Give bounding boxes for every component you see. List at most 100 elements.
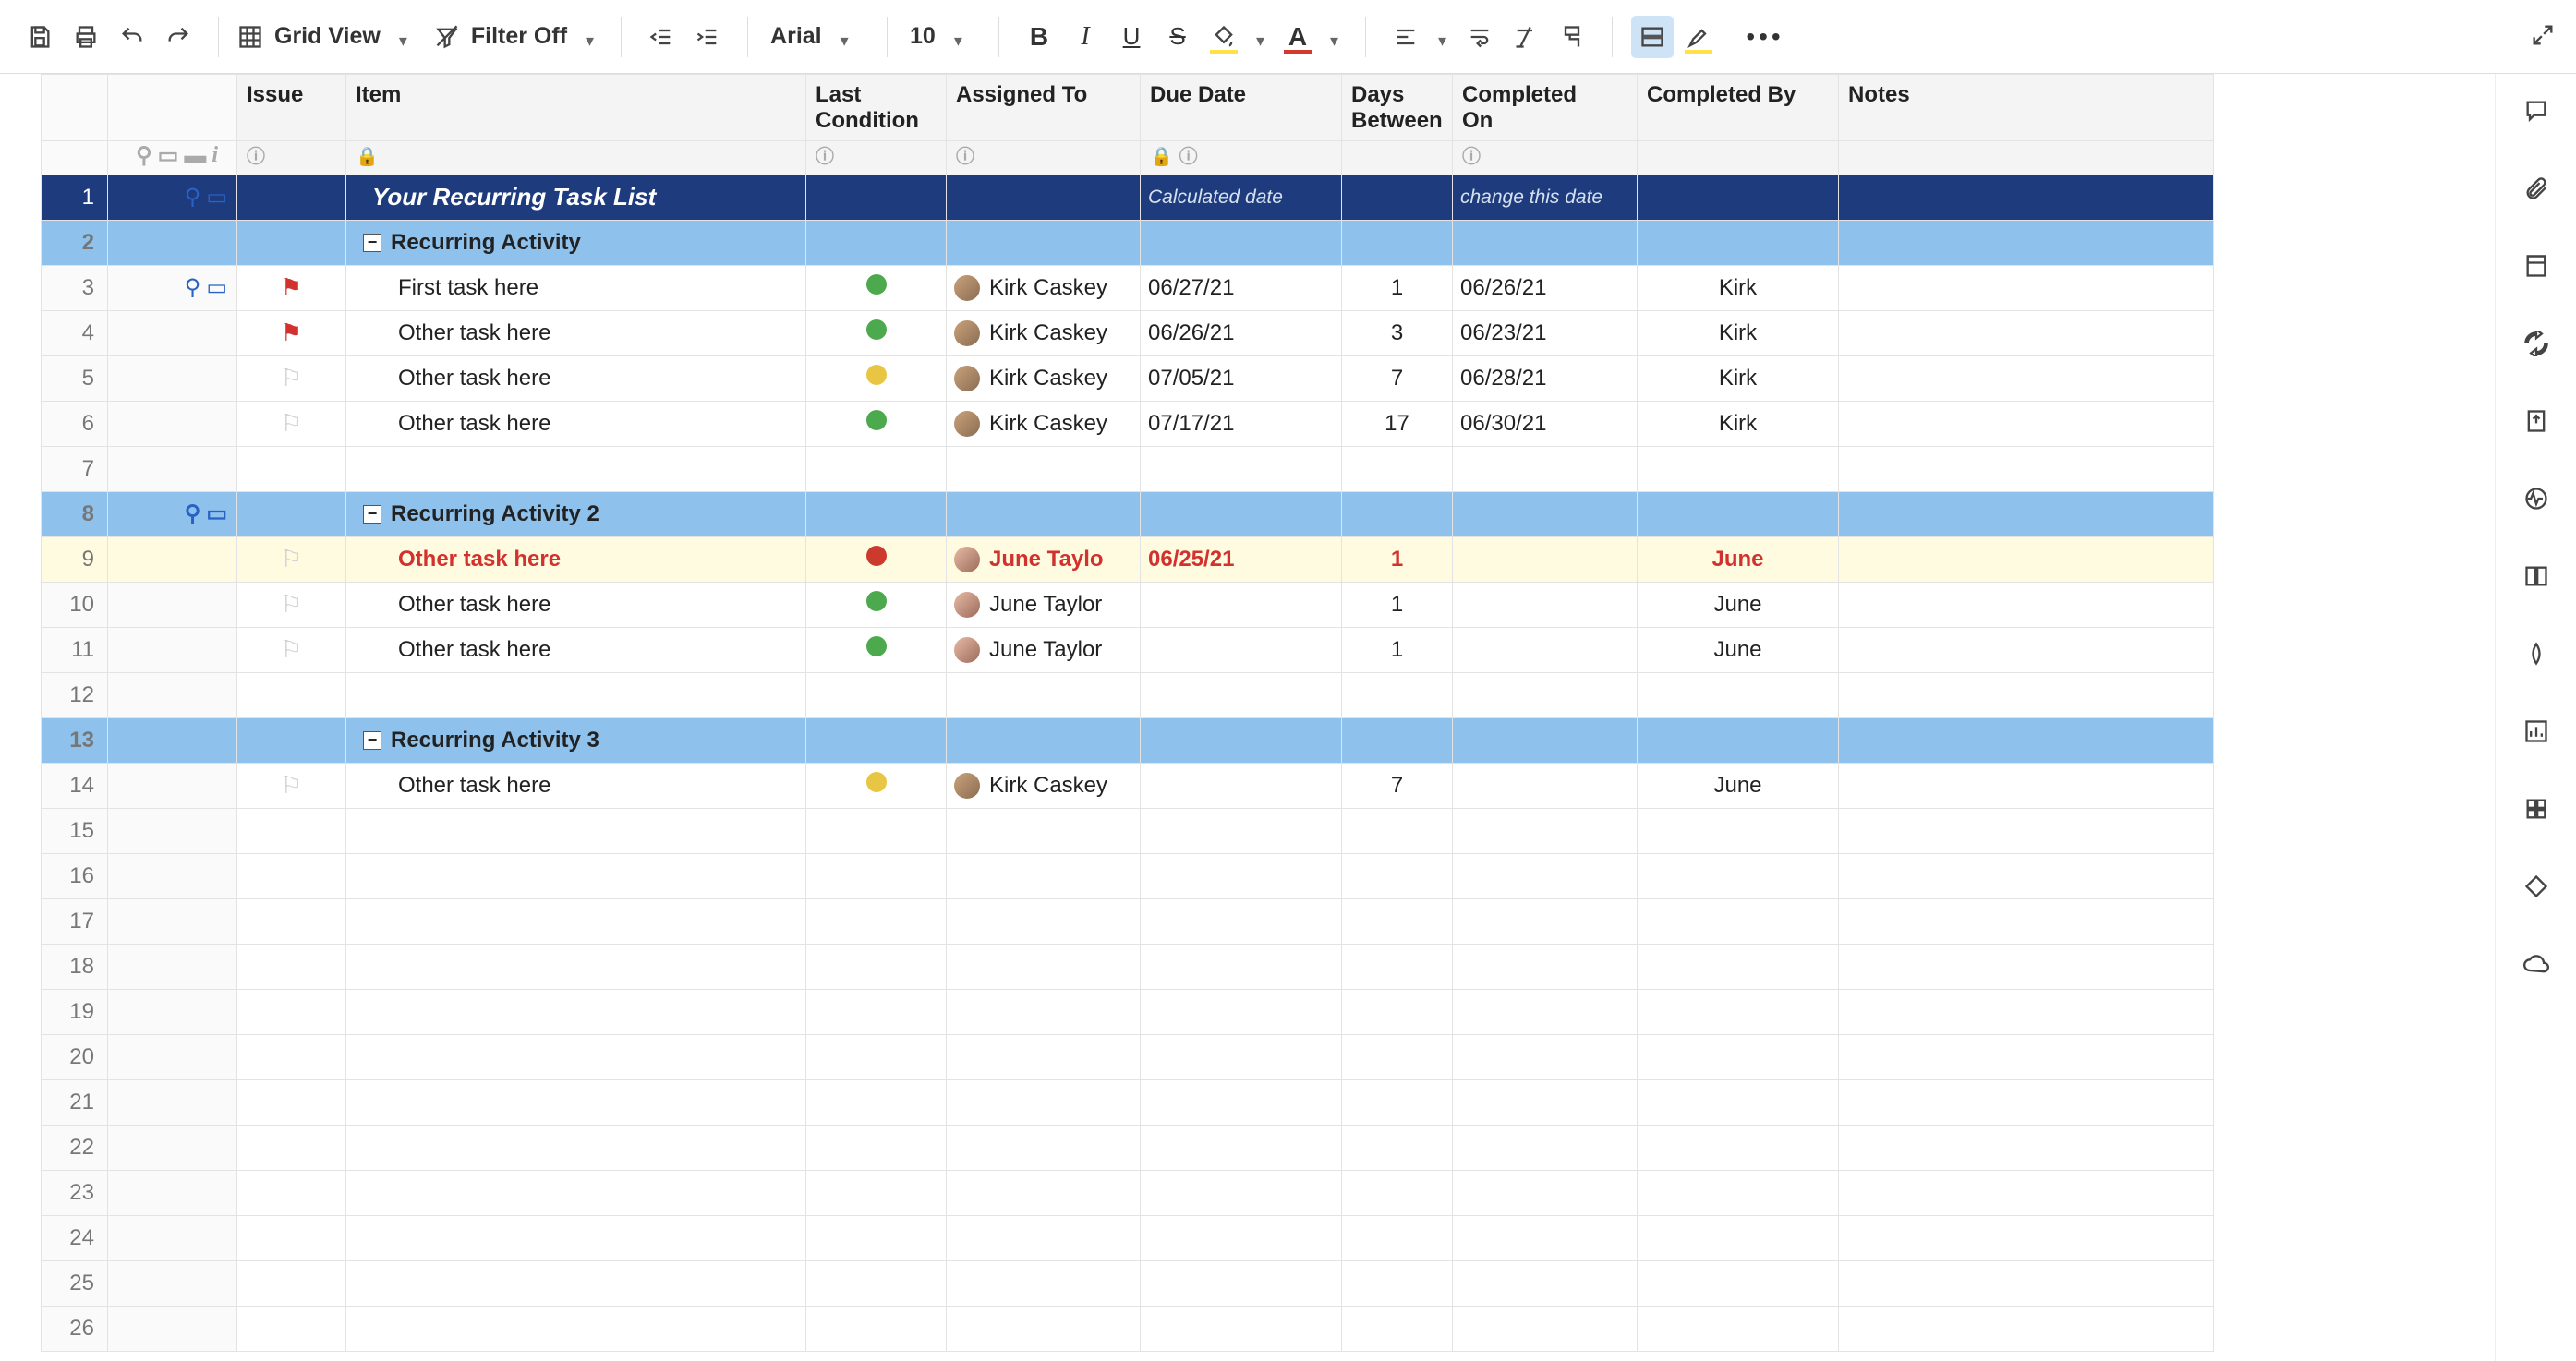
format-painter-button[interactable] <box>1551 16 1593 58</box>
empty-row[interactable]: 23 <box>42 1170 2214 1215</box>
col-issue[interactable]: Issue <box>237 75 346 141</box>
empty-row[interactable]: 25 <box>42 1260 2214 1306</box>
empty-row[interactable]: 15 <box>42 808 2214 853</box>
strikethrough-button[interactable]: S <box>1156 16 1199 58</box>
text-color-button[interactable]: A <box>1276 16 1319 58</box>
col-completed-on[interactable]: CompletedOn <box>1453 75 1638 141</box>
wrap-button[interactable] <box>1458 16 1501 58</box>
summary-icon[interactable] <box>2518 558 2555 595</box>
highlight-button[interactable] <box>1677 16 1720 58</box>
status-dot[interactable] <box>866 772 887 792</box>
chevron-down-icon[interactable] <box>1330 31 1347 42</box>
col-days-between[interactable]: DaysBetween <box>1342 75 1453 141</box>
empty-row[interactable]: 24 <box>42 1215 2214 1260</box>
clear-format-button[interactable] <box>1505 16 1547 58</box>
group-row[interactable]: 13 −Recurring Activity 3 <box>42 717 2214 763</box>
fill-color-button[interactable] <box>1203 16 1245 58</box>
empty-row[interactable]: 22 <box>42 1125 2214 1170</box>
data-row[interactable]: 6 ⚐ Other task here Kirk Caskey 07/17/21… <box>42 401 2214 446</box>
col-item[interactable]: Item <box>346 75 806 141</box>
collapse-icon[interactable]: − <box>363 731 381 750</box>
empty-row[interactable]: 21 <box>42 1079 2214 1125</box>
status-dot[interactable] <box>866 274 887 295</box>
empty-row[interactable]: 20 <box>42 1034 2214 1079</box>
data-row[interactable]: 11 ⚐ Other task here June Taylor 1 June <box>42 627 2214 672</box>
empty-row[interactable]: 19 <box>42 989 2214 1034</box>
empty-row[interactable]: 17 <box>42 898 2214 944</box>
underline-button[interactable]: U <box>1110 16 1153 58</box>
chevron-down-icon[interactable] <box>1256 31 1273 42</box>
print-button[interactable] <box>65 16 107 58</box>
flag-icon[interactable]: ⚑ <box>281 319 302 346</box>
status-dot[interactable] <box>866 319 887 340</box>
col-completed-by[interactable]: Completed By <box>1638 75 1839 141</box>
save-button[interactable] <box>18 16 61 58</box>
grid[interactable]: Issue Item LastCondition Assigned To Due… <box>41 74 2214 1352</box>
status-dot[interactable] <box>866 636 887 656</box>
flag-icon[interactable]: ⚐ <box>281 590 302 618</box>
italic-button[interactable]: I <box>1064 16 1107 58</box>
data-row[interactable]: 10 ⚐ Other task here June Taylor 1 June <box>42 582 2214 627</box>
avatar <box>954 320 980 346</box>
flag-icon[interactable]: ⚑ <box>281 273 302 301</box>
group-row[interactable]: 8 ⚲▭ −Recurring Activity 2 <box>42 491 2214 536</box>
data-row[interactable]: 3 ⚲▭ ⚑ First task here Kirk Caskey 06/27… <box>42 265 2214 310</box>
avatar <box>954 411 980 437</box>
col-assigned-to[interactable]: Assigned To <box>947 75 1141 141</box>
chart-icon[interactable] <box>2518 713 2555 750</box>
flag-icon[interactable]: ⚐ <box>281 771 302 799</box>
view-selector[interactable]: Grid View <box>237 23 416 50</box>
col-last-condition[interactable]: LastCondition <box>806 75 947 141</box>
flag-icon[interactable]: ⚐ <box>281 364 302 391</box>
cloud-icon[interactable] <box>2518 945 2555 982</box>
proofs-panel-icon[interactable] <box>2518 247 2555 284</box>
data-row[interactable]: 5 ⚐ Other task here Kirk Caskey 07/05/21… <box>42 355 2214 401</box>
flag-icon[interactable]: ⚐ <box>281 635 302 663</box>
title-row[interactable]: 1 ⚲▭ Your Recurring Task List Calculated… <box>42 175 2214 220</box>
collapse-icon[interactable]: − <box>363 505 381 524</box>
attachment-icon: ⚲ <box>136 143 152 169</box>
data-row[interactable]: 4 ⚑ Other task here Kirk Caskey 06/26/21… <box>42 310 2214 355</box>
activity-log-icon[interactable] <box>2518 480 2555 517</box>
font-size-selector[interactable]: 10 <box>906 23 980 50</box>
brandfolder-icon[interactable] <box>2518 635 2555 672</box>
attachments-panel-icon[interactable] <box>2518 170 2555 207</box>
resource-icon[interactable] <box>2518 790 2555 827</box>
indent-button[interactable] <box>686 16 729 58</box>
undo-button[interactable] <box>111 16 153 58</box>
comments-panel-icon[interactable] <box>2518 92 2555 129</box>
update-requests-icon[interactable] <box>2518 325 2555 362</box>
filter-selector[interactable]: Filter Off <box>434 23 602 50</box>
empty-row[interactable]: 18 <box>42 944 2214 989</box>
expand-icon[interactable] <box>2524 17 2561 54</box>
outdent-button[interactable] <box>640 16 683 58</box>
empty-row[interactable]: 7 <box>42 446 2214 491</box>
chevron-down-icon[interactable] <box>1438 31 1455 42</box>
status-dot[interactable] <box>866 591 887 611</box>
diamond-icon[interactable] <box>2518 868 2555 905</box>
flag-icon[interactable]: ⚐ <box>281 409 302 437</box>
empty-row[interactable]: 26 <box>42 1306 2214 1351</box>
data-row[interactable]: 9 ⚐ Other task here June Taylo 06/25/21 … <box>42 536 2214 582</box>
col-notes[interactable]: Notes <box>1839 75 2214 141</box>
publish-icon[interactable] <box>2518 403 2555 440</box>
info-icon: ⓘ <box>956 147 974 167</box>
status-dot[interactable] <box>866 410 887 430</box>
col-due-date[interactable]: Due Date <box>1141 75 1342 141</box>
empty-row[interactable]: 12 <box>42 672 2214 717</box>
status-dot[interactable] <box>866 546 887 566</box>
conditional-format-button[interactable] <box>1631 16 1674 58</box>
status-dot[interactable] <box>866 365 887 385</box>
font-family-selector[interactable]: Arial <box>767 23 868 50</box>
empty-row[interactable]: 16 <box>42 853 2214 898</box>
more-button[interactable]: ••• <box>1744 16 1786 58</box>
data-row[interactable]: 14 ⚐ Other task here Kirk Caskey 7 June <box>42 763 2214 808</box>
group-row[interactable]: 2 −Recurring Activity <box>42 220 2214 265</box>
redo-button[interactable] <box>157 16 200 58</box>
flag-icon[interactable]: ⚐ <box>281 545 302 572</box>
align-button[interactable] <box>1385 16 1427 58</box>
bold-button[interactable]: B <box>1018 16 1060 58</box>
info-icon: ⓘ <box>1179 147 1198 167</box>
separator <box>998 17 999 57</box>
collapse-icon[interactable]: − <box>363 234 381 252</box>
